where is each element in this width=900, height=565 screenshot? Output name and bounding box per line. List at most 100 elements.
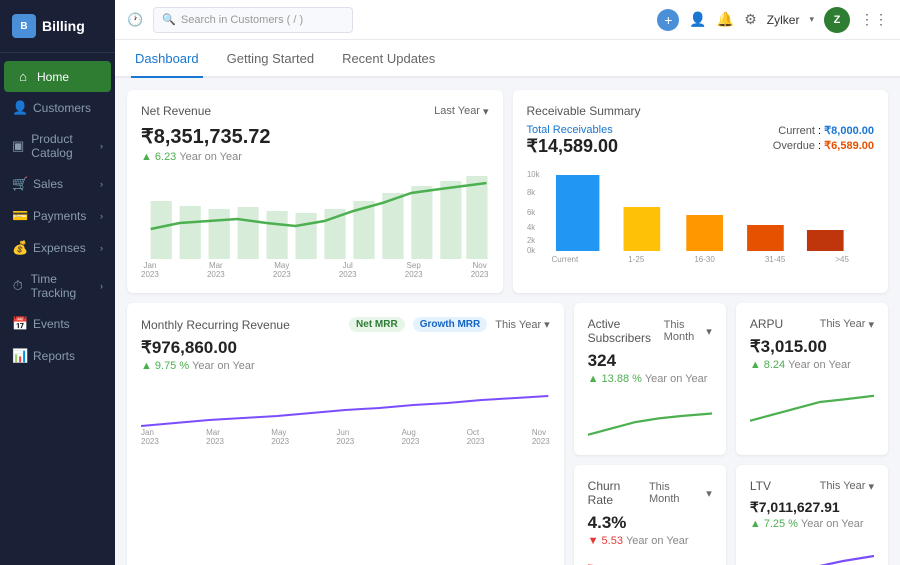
search-icon: 🔍 (162, 13, 176, 26)
growth-mrr-badge[interactable]: Growth MRR (413, 317, 488, 332)
home-icon: ⌂ (16, 69, 30, 84)
dropdown-icon[interactable]: ▾ (809, 14, 814, 25)
tab-getting-started[interactable]: Getting Started (223, 51, 318, 78)
net-revenue-period[interactable]: Last Year ▾ (434, 105, 488, 118)
product-catalog-icon: ▣ (12, 138, 24, 154)
payments-icon: 💳 (12, 208, 26, 224)
total-receivables-value: ₹14,589.00 (527, 136, 619, 157)
tab-dashboard[interactable]: Dashboard (131, 51, 203, 78)
row-2-right-top: Active Subscribers This Month ▾ 324 ▲ 13… (574, 303, 888, 455)
as-chart (588, 391, 712, 441)
username: Zylker (767, 13, 800, 27)
current-label: Current (778, 125, 815, 137)
arpu-card: ARPU This Year ▾ ₹3,015.00 ▲ 8.24 Year o… (736, 303, 888, 455)
chevron-right-icon: › (100, 179, 103, 189)
net-revenue-title: Net Revenue (141, 104, 211, 118)
arpu-title: ARPU (750, 317, 783, 331)
net-revenue-chart (141, 171, 489, 261)
arpu-chart (750, 377, 874, 427)
sidebar-label-payments: Payments (33, 209, 86, 223)
svg-text:6k: 6k (527, 208, 535, 217)
expenses-icon: 💰 (12, 240, 26, 256)
chevron-down-icon: ▾ (483, 105, 489, 118)
customers-icon: 👤 (12, 100, 26, 116)
bell-icon[interactable]: 🔔 (717, 11, 734, 28)
net-revenue-change: ▲ 6.23 Year on Year (141, 151, 489, 163)
add-button[interactable]: + (657, 9, 679, 31)
arpu-change: ▲ 8.24 Year on Year (750, 359, 874, 371)
svg-text:4k: 4k (527, 223, 535, 232)
search-box[interactable]: 🔍 Search in Customers ( / ) (153, 7, 353, 33)
arrow-up-icon: ▲ (588, 373, 599, 385)
churn-header: Churn Rate This Month ▾ (588, 479, 712, 507)
settings-icon[interactable]: ⚙ (744, 11, 757, 28)
grid-icon[interactable]: ⋮⋮ (860, 11, 888, 28)
ltv-header: LTV This Year ▾ (750, 479, 874, 493)
chevron-right-icon: › (100, 141, 103, 151)
svg-text:2k: 2k (527, 236, 535, 245)
year-label: Year on Year (179, 151, 242, 163)
churn-chart (588, 553, 712, 565)
sidebar-item-events[interactable]: 📅 Events (0, 308, 115, 340)
receivable-amounts: Current : ₹8,000.00 Overdue : ₹6,589.00 (773, 124, 874, 154)
mrr-title: Monthly Recurring Revenue (141, 318, 290, 332)
sidebar-item-product-catalog[interactable]: ▣ Product Catalog › (0, 124, 115, 168)
time-tracking-icon: ⏱ (12, 278, 24, 294)
chevron-down-icon: ▾ (706, 487, 712, 500)
sidebar-label-reports: Reports (33, 349, 75, 363)
events-icon: 📅 (12, 316, 26, 332)
sidebar-label-customers: Customers (33, 101, 91, 115)
sidebar-item-home[interactable]: ⌂ Home (4, 61, 111, 92)
as-value: 324 (588, 351, 712, 371)
as-change: ▲ 13.88% Year on Year (588, 373, 712, 385)
topbar-right: + 👤 🔔 ⚙ Zylker ▾ Z ⋮⋮ (657, 7, 888, 33)
churn-period[interactable]: This Month ▾ (649, 481, 712, 505)
ltv-change: ▲ 7.25% Year on Year (750, 518, 874, 530)
arpu-header: ARPU This Year ▾ (750, 317, 874, 331)
sidebar-item-time-tracking[interactable]: ⏱ Time Tracking › (0, 264, 115, 308)
sidebar-item-expenses[interactable]: 💰 Expenses › (0, 232, 115, 264)
arrow-up-icon: ▲ (141, 360, 152, 372)
contacts-icon[interactable]: 👤 (689, 11, 706, 28)
row-2: Monthly Recurring Revenue Net MRR Growth… (127, 303, 888, 565)
tab-recent-updates[interactable]: Recent Updates (338, 51, 439, 78)
mrr-period[interactable]: This Year ▾ (495, 318, 549, 331)
as-period[interactable]: This Month ▾ (664, 319, 712, 343)
sidebar-item-reports[interactable]: 📊 Reports (0, 340, 115, 372)
arpu-period[interactable]: This Year ▾ (820, 318, 874, 331)
churn-title: Churn Rate (588, 479, 649, 507)
sidebar-label-events: Events (33, 317, 70, 331)
mrr-value: ₹976,860.00 (141, 338, 550, 358)
chevron-right-icon: › (100, 281, 103, 291)
topbar: 🕐 🔍 Search in Customers ( / ) + 👤 🔔 ⚙ Zy… (115, 0, 900, 40)
mrr-header: Monthly Recurring Revenue Net MRR Growth… (141, 317, 550, 332)
ltv-value: ₹7,011,627.91 (750, 499, 874, 516)
ltv-period[interactable]: This Year ▾ (820, 480, 874, 493)
ltv-card: LTV This Year ▾ ₹7,011,627.91 ▲ 7.25% Ye… (736, 465, 888, 565)
total-receivables-label: Total Receivables (527, 124, 619, 136)
overdue-label: Overdue (773, 140, 815, 152)
sidebar-item-customers[interactable]: 👤 Customers (0, 92, 115, 124)
arrow-up-icon: ▲ (141, 151, 152, 163)
svg-text:10k: 10k (527, 170, 540, 179)
svg-text:8k: 8k (527, 188, 535, 197)
tabbar: Dashboard Getting Started Recent Updates (115, 40, 900, 78)
row-2-right-bottom: Churn Rate This Month ▾ 4.3% ▼ 5.53 Year… (574, 465, 888, 565)
net-revenue-value: ₹8,351,735.72 (141, 124, 489, 149)
net-mrr-badge[interactable]: Net MRR (349, 317, 405, 332)
overdue-value: ₹6,589.00 (824, 140, 874, 152)
sidebar-item-sales[interactable]: 🛒 Sales › (0, 168, 115, 200)
chevron-down-icon: ▾ (868, 480, 874, 493)
sidebar-label-sales: Sales (33, 177, 63, 191)
chevron-right-icon: › (100, 243, 103, 253)
arpu-value: ₹3,015.00 (750, 337, 874, 357)
mrr-badges: Net MRR Growth MRR (349, 317, 487, 332)
logo-icon: B (12, 14, 36, 38)
sidebar-label-expenses: Expenses (33, 241, 86, 255)
arrow-up-icon: ▲ (750, 359, 761, 371)
current-value: ₹8,000.00 (824, 125, 874, 137)
sidebar-item-payments[interactable]: 💳 Payments › (0, 200, 115, 232)
as-header: Active Subscribers This Month ▾ (588, 317, 712, 345)
mrr-change: ▲ 9.75% Year on Year (141, 360, 550, 372)
search-placeholder: Search in Customers ( / ) (181, 14, 303, 26)
